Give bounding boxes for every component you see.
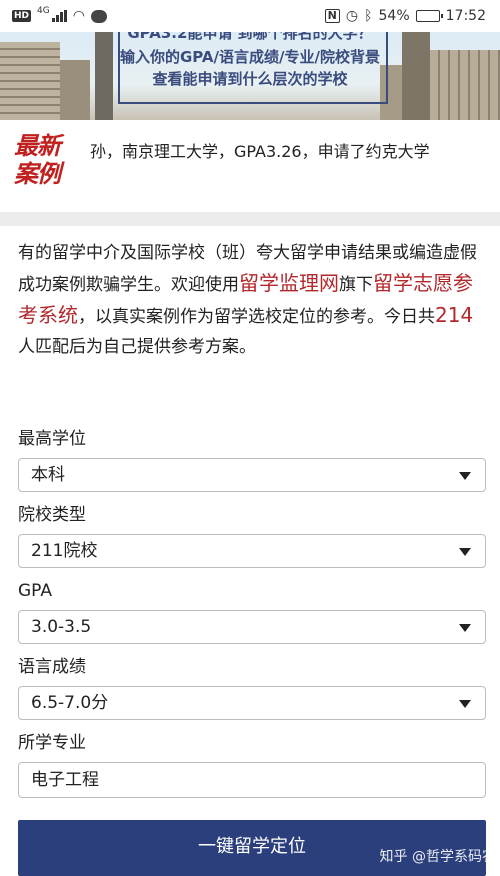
section-divider — [0, 212, 500, 226]
zhihu-watermark: 知乎 @哲学系码农 — [379, 849, 496, 865]
matching-form: 最高学位 本科 院校类型 211院校 GPA 3.0-3.5 语言成绩 6.5-… — [18, 424, 486, 810]
latest-case-badge: 最新 案例 — [14, 132, 74, 188]
latest-case-badge-line1: 最新 — [14, 132, 61, 160]
bluetooth-icon: ᛒ — [364, 8, 373, 24]
banner-subtitle-line2: 查看能申请到什么层次的学校 — [152, 70, 348, 88]
brand-highlight: 留学监理网 — [239, 271, 339, 295]
alarm-icon: ◷ — [345, 8, 359, 24]
major-input[interactable]: 电子工程 — [18, 762, 486, 798]
wifi-icon: ◠ — [72, 8, 85, 24]
school-type-label: 院校类型 — [18, 505, 86, 525]
banner-subtitle-line1: 输入你的GPA/语言成绩/专业/院校背景 — [120, 48, 380, 66]
language-score-select-value: 6.5-7.0分 — [31, 693, 109, 713]
nfc-icon: N — [324, 9, 340, 23]
chat-bubble-icon — [90, 9, 107, 23]
language-score-select[interactable]: 6.5-7.0分 — [18, 686, 486, 720]
gpa-select-value: 3.0-3.5 — [31, 617, 92, 637]
school-type-select[interactable]: 211院校 — [18, 534, 486, 568]
battery-icon — [415, 10, 443, 22]
degree-select[interactable]: 本科 — [18, 458, 486, 492]
latest-case-badge-line2: 案例 — [14, 160, 61, 188]
major-label: 所学专业 — [18, 733, 86, 753]
dropdown-arrow-icon — [459, 548, 471, 556]
signal-icon — [51, 10, 67, 22]
gpa-label: GPA — [18, 581, 52, 601]
status-bar: HD 4G ◠ N ◷ ᛒ 54% 17:52 — [0, 0, 500, 32]
hd-icon: HD — [12, 10, 32, 22]
network-type: 4G — [37, 5, 50, 16]
dropdown-arrow-icon — [459, 624, 471, 632]
school-type-select-value: 211院校 — [31, 541, 98, 561]
intro-text: 人匹配后为自己提供参考方案。 — [18, 337, 256, 357]
clock: 17:52 — [445, 8, 486, 24]
match-count: 214 — [435, 303, 474, 327]
gpa-select[interactable]: 3.0-3.5 — [18, 610, 486, 644]
degree-label: 最高学位 — [18, 429, 86, 449]
intro-text: 旗下 — [339, 275, 373, 295]
status-left: HD 4G ◠ — [12, 5, 107, 24]
dropdown-arrow-icon — [459, 700, 471, 708]
intro-text: ，以真实案例作为留学选校定位的参考。今日共 — [78, 307, 435, 327]
language-score-label: 语言成绩 — [18, 657, 86, 677]
degree-select-value: 本科 — [31, 465, 65, 485]
banner-title: GPA3.2能申请 到哪个排名的大学？ — [127, 32, 373, 42]
latest-case-ticker[interactable]: 孙，南京理工大学，GPA3.26，申请了约克大学 — [90, 138, 430, 162]
latest-case-section: 最新 案例 孙，南京理工大学，GPA3.26，申请了约克大学 — [0, 120, 500, 212]
hero-banner[interactable]: GPA3.2能申请 到哪个排名的大学？ 输入你的GPA/语言成绩/专业/院校背景… — [0, 32, 500, 120]
dropdown-arrow-icon — [459, 472, 471, 480]
battery-percent: 54% — [378, 8, 410, 24]
intro-paragraph: 有的留学中介及国际学校（班）夸大留学申请结果或编造虚假成功案例欺骗学生。欢迎使用… — [18, 238, 486, 362]
status-right: N ◷ ᛒ 54% 17:52 — [324, 8, 486, 24]
